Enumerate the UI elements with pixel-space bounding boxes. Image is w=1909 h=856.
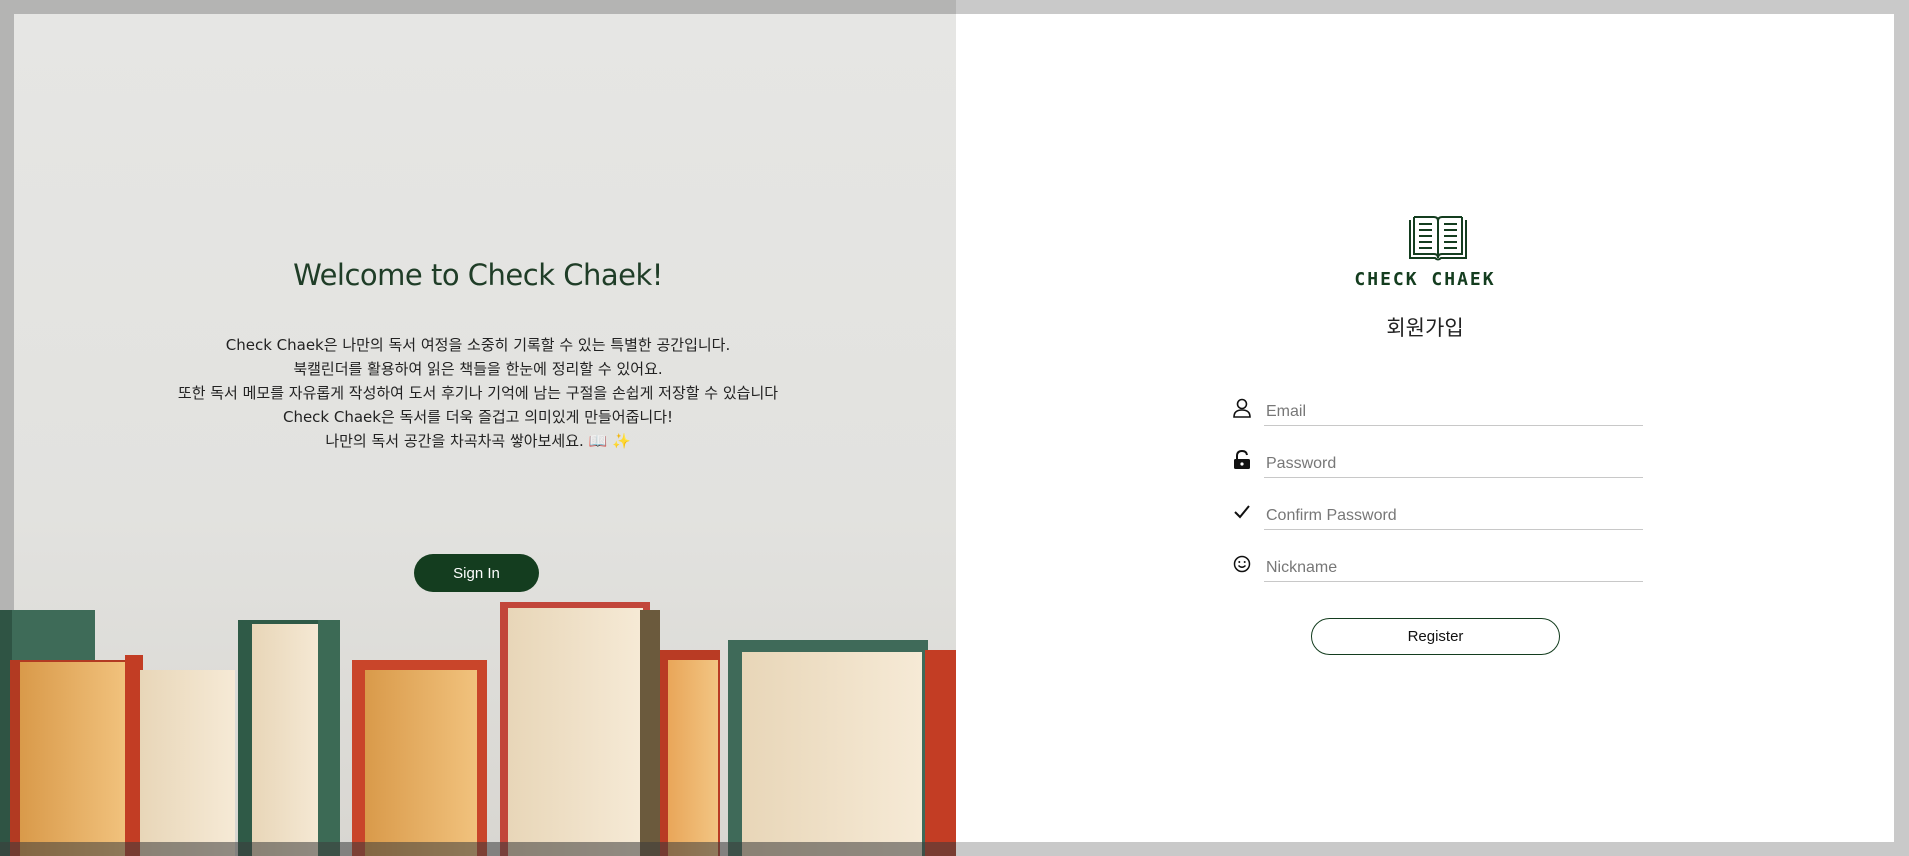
page-title: 회원가입 xyxy=(1386,316,1464,340)
welcome-title: Welcome to Check Chaek! xyxy=(293,258,663,292)
intro-line: 또한 독서 메모를 자유롭게 작성하여 도서 후기나 기억에 남는 구절을 손쉽… xyxy=(177,384,779,402)
intro-line: Check Chaek은 나만의 독서 여정을 소중히 기록할 수 있는 특별한… xyxy=(225,336,731,354)
unlock-icon xyxy=(1231,449,1253,471)
password-input[interactable] xyxy=(1264,451,1643,478)
app-window: Welcome to Check Chaek! Check Chaek은 나만의… xyxy=(0,0,1909,856)
smile-icon xyxy=(1231,553,1253,575)
welcome-panel: Welcome to Check Chaek! Check Chaek은 나만의… xyxy=(0,0,956,856)
register-button[interactable]: Register xyxy=(1311,618,1560,655)
intro-line: 나만의 독서 공간을 차곡차곡 쌓아보세요. 📖 ✨ xyxy=(325,432,631,450)
nickname-field-row xyxy=(1231,549,1643,585)
register-panel: CHECK CHAEK 회원가입 Email Nickname Register xyxy=(956,14,1894,842)
email-input[interactable] xyxy=(1264,399,1643,426)
open-book-icon xyxy=(1409,216,1467,261)
password-field-row xyxy=(1231,445,1643,481)
sign-in-button[interactable]: Sign In xyxy=(414,554,539,592)
nickname-input[interactable] xyxy=(1264,555,1643,582)
user-icon xyxy=(1231,397,1253,419)
intro-line: Check Chaek은 독서를 더욱 즐겁고 의미있게 만들어줍니다! xyxy=(282,408,674,426)
email-field-row xyxy=(1231,393,1643,429)
confirm-password-input[interactable] xyxy=(1264,503,1643,530)
bottom-edge xyxy=(0,842,956,856)
top-edge xyxy=(0,0,956,14)
brand-logo-text: CHECK CHAEK xyxy=(1354,269,1496,290)
books-illustration xyxy=(0,602,956,856)
confirm-password-field-row xyxy=(1231,497,1643,533)
intro-line: 북캘린더를 활용하여 읽은 책들을 한눈에 정리할 수 있어요. xyxy=(293,360,663,378)
check-icon xyxy=(1231,501,1253,523)
intro-text: Check Chaek은 나만의 독서 여정을 소중히 기록할 수 있는 특별한… xyxy=(0,333,956,453)
